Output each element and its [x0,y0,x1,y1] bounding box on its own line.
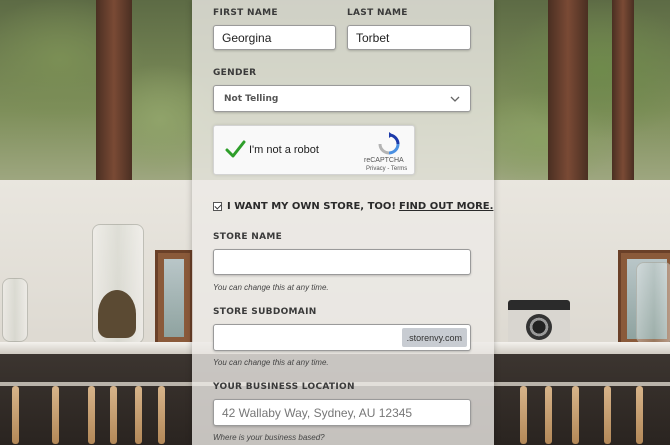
own-store-label: I WANT MY OWN STORE, TOO! [227,201,396,212]
business-location-label: YOUR BUSINESS LOCATION [213,382,355,392]
recaptcha-brand: reCAPTCHA [364,157,404,164]
first-name-input[interactable]: Georgina [213,25,336,50]
find-out-more-link[interactable]: FIND OUT MORE. [399,201,493,212]
business-location-input[interactable]: 42 Wallaby Way, Sydney, AU 12345 [213,399,471,426]
glass-jar [636,262,670,344]
subdomain-suffix: .storenvy.com [401,328,467,347]
own-store-checkbox[interactable] [213,202,222,211]
wooden-hanger [88,386,95,444]
store-subdomain-help: You can change this at any time. [213,358,329,367]
recaptcha-logo-icon [378,132,400,155]
gender-label: GENDER [213,68,257,78]
wooden-hanger [158,386,165,444]
store-name-help: You can change this at any time. [213,283,329,292]
wooden-hanger [110,386,117,444]
picture-frame [155,250,193,346]
wooden-hanger [520,386,527,444]
store-name-input[interactable] [213,249,471,275]
own-store-option: I WANT MY OWN STORE, TOO! FIND OUT MORE. [213,201,493,212]
wooden-hanger [604,386,611,444]
recaptcha-label: I'm not a robot [249,144,319,156]
gender-select[interactable]: Not Telling [213,85,471,112]
gender-selected-value: Not Telling [224,93,279,104]
last-name-input[interactable]: Torbet [347,25,471,50]
terrarium-plant [98,290,136,338]
store-subdomain-input[interactable]: .storenvy.com [213,324,471,351]
wooden-hanger [135,386,142,444]
glass-jar [2,278,28,342]
store-subdomain-label: STORE SUBDOMAIN [213,307,317,317]
recaptcha-privacy-terms-link[interactable]: Privacy - Terms [366,166,407,172]
wooden-hanger [12,386,19,444]
wooden-hanger [572,386,579,444]
last-name-label: LAST NAME [347,8,408,18]
tree-trunk [96,0,132,185]
wooden-hanger [636,386,643,444]
recaptcha-widget[interactable]: I'm not a robot reCAPTCHA Privacy - Term… [213,125,415,175]
tree-trunk [612,0,634,185]
tree-trunk [548,0,588,185]
wooden-hanger [545,386,552,444]
first-name-label: FIRST NAME [213,8,278,18]
business-location-help: Where is your business based? [213,433,325,442]
checkmark-icon[interactable] [224,138,246,160]
signup-form-panel [192,0,494,445]
store-name-label: STORE NAME [213,232,283,242]
chevron-down-icon [450,96,460,102]
wooden-hanger [52,386,59,444]
